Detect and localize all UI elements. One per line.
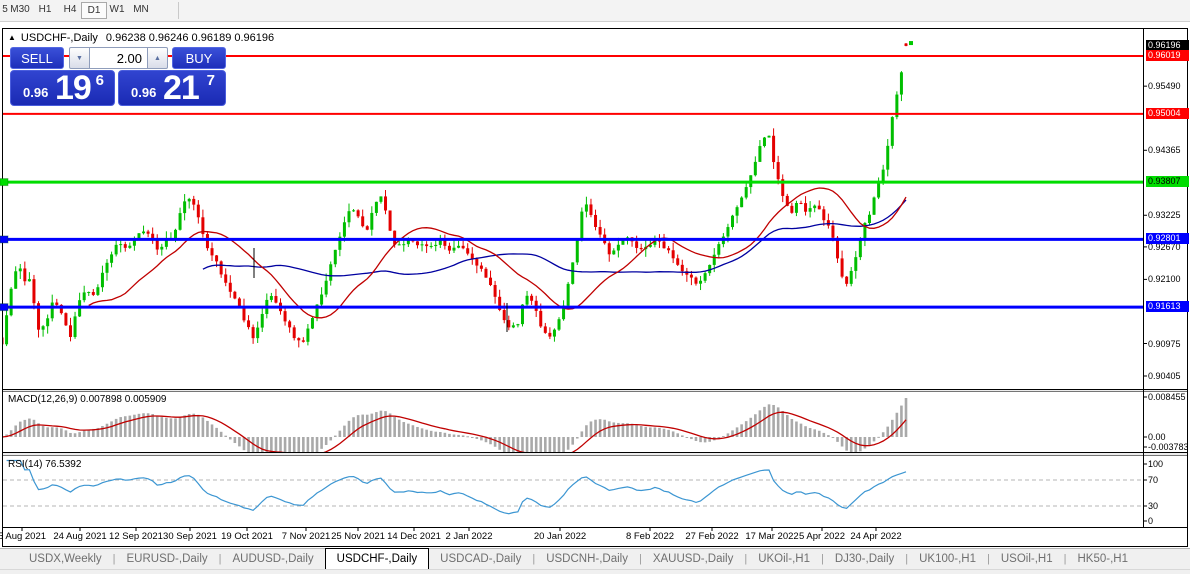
timeframe-toolbar: 5 M30 H1 H4 D1 W1 MN: [0, 0, 1190, 22]
date-axis-label: 24 Apr 2022: [850, 531, 902, 542]
sell-price-pipette: 6: [95, 72, 104, 89]
timeframe-d1[interactable]: D1: [81, 2, 107, 19]
chart-tab-bar: USDX,Weekly | EURUSD-,Daily | AUDUSD-,Daily U…: [0, 548, 1190, 570]
volume-decrease-button[interactable]: ▼: [69, 47, 90, 69]
chart-tab-ukoil-h1[interactable]: UKOil-,H1: [747, 549, 821, 570]
timeframe-m30[interactable]: M30: [8, 3, 32, 17]
price-axis-box: 0.91613: [1146, 301, 1189, 313]
price-axis-tick: 0.92100: [1148, 274, 1181, 285]
rsi-axis-value: 30: [1148, 501, 1159, 511]
buy-price-pipette: 7: [206, 72, 215, 89]
timeframe-mn[interactable]: MN: [129, 3, 153, 17]
chart-tab-eurusd-daily[interactable]: EURUSD-,Daily: [116, 549, 219, 570]
timeframe-w1[interactable]: W1: [105, 3, 129, 17]
arrow-up-icon: ▲: [154, 55, 161, 62]
buy-button[interactable]: BUY: [172, 47, 226, 69]
symbol-period-label: USDCHF-,Daily: [20, 32, 98, 44]
status-bar: [0, 569, 1190, 574]
chart-tab-usdchf-daily[interactable]: USDCHF-,Daily: [324, 548, 430, 570]
price-axis-tick: 0.94365: [1148, 145, 1181, 156]
timeframe-h1[interactable]: H1: [33, 3, 57, 17]
chart-tab-usoil-h1[interactable]: USOil-,H1: [990, 549, 1064, 570]
toolbar-separator: [178, 2, 179, 19]
rsi-axis-value: 0: [1148, 516, 1154, 526]
collapse-arrow-icon[interactable]: ▲: [8, 33, 16, 42]
date-axis-label: 2 Jan 2022: [445, 531, 493, 542]
ohlc-values: 0.96238 0.96246 0.96189 0.96196: [105, 32, 275, 44]
date-axis-label: 20 Jan 2022: [533, 531, 587, 542]
price-axis-tick: 0.90975: [1148, 338, 1181, 349]
chart-title: ▲ USDCHF-,Daily 0.96238 0.96246 0.96189 0.…: [8, 32, 274, 44]
date-axis-label: 19 Oct 2021: [221, 531, 273, 542]
date-axis-label: 27 Feb 2022: [685, 531, 739, 542]
chart-tab-usdx-weekly[interactable]: USDX,Weekly: [18, 549, 113, 570]
ask-marker-dot: [909, 41, 913, 46]
price-axis-box: 0.95004: [1146, 107, 1189, 119]
rsi-axis-value: 100: [1148, 459, 1164, 469]
sell-button[interactable]: SELL: [10, 47, 64, 69]
buy-price-tile[interactable]: 0.96 21 7: [118, 69, 226, 107]
volume-increase-button[interactable]: ▲: [147, 47, 168, 69]
chart-tab-usdcad-daily[interactable]: USDCAD-,Daily: [429, 549, 532, 570]
sell-price-big-digits: 19: [55, 69, 92, 107]
date-axis-label: 8 Feb 2022: [625, 531, 675, 542]
chart-tab-hk50-h1[interactable]: HK50-,H1: [1067, 549, 1140, 570]
chart-tab-audusd-daily[interactable]: AUDUSD-,Daily: [222, 549, 325, 570]
sell-price-prefix: 0.96: [23, 85, 49, 100]
arrow-down-icon: ▼: [76, 55, 83, 62]
buy-price-big-digits: 21: [163, 69, 200, 107]
price-axis-tick: 0.95490: [1148, 81, 1181, 92]
price-axis-box: 0.92801: [1146, 233, 1189, 245]
price-axis-box: 0.93807: [1146, 176, 1189, 188]
sell-price-tile[interactable]: 0.96 19 6: [10, 69, 115, 107]
macd-axis-value: 0.008455: [1148, 392, 1186, 402]
rsi-axis-value: 70: [1148, 475, 1159, 485]
volume-input[interactable]: [90, 47, 147, 69]
one-click-trading-panel: SELL ▼ ▲ BUY 0.96 19 6 0.96 21 7: [8, 45, 228, 107]
buy-price-prefix: 0.96: [131, 85, 157, 100]
rsi-label: RSI(14) 76.5392: [8, 459, 82, 470]
macd-axis-value: 0.00: [1148, 432, 1166, 442]
chart-tab-dj30-daily[interactable]: DJ30-,Daily: [824, 549, 905, 570]
macd-axis-value: -0.003783: [1148, 442, 1188, 452]
timeframe-h4[interactable]: H4: [58, 3, 82, 17]
chart-tab-xauusd-daily[interactable]: XAUUSD-,Daily: [642, 549, 745, 570]
chart-tab-usdcnh-daily[interactable]: USDCNH-,Daily: [535, 549, 639, 570]
price-axis-tick: 0.93225: [1148, 210, 1181, 221]
chart-tab-uk100-h1[interactable]: UK100-,H1: [908, 549, 987, 570]
price-axis-tick: 0.90405: [1148, 370, 1181, 381]
price-axis-box: 0.96019: [1146, 50, 1189, 61]
macd-label: MACD(12,26,9) 0.007898 0.005909: [8, 394, 167, 405]
